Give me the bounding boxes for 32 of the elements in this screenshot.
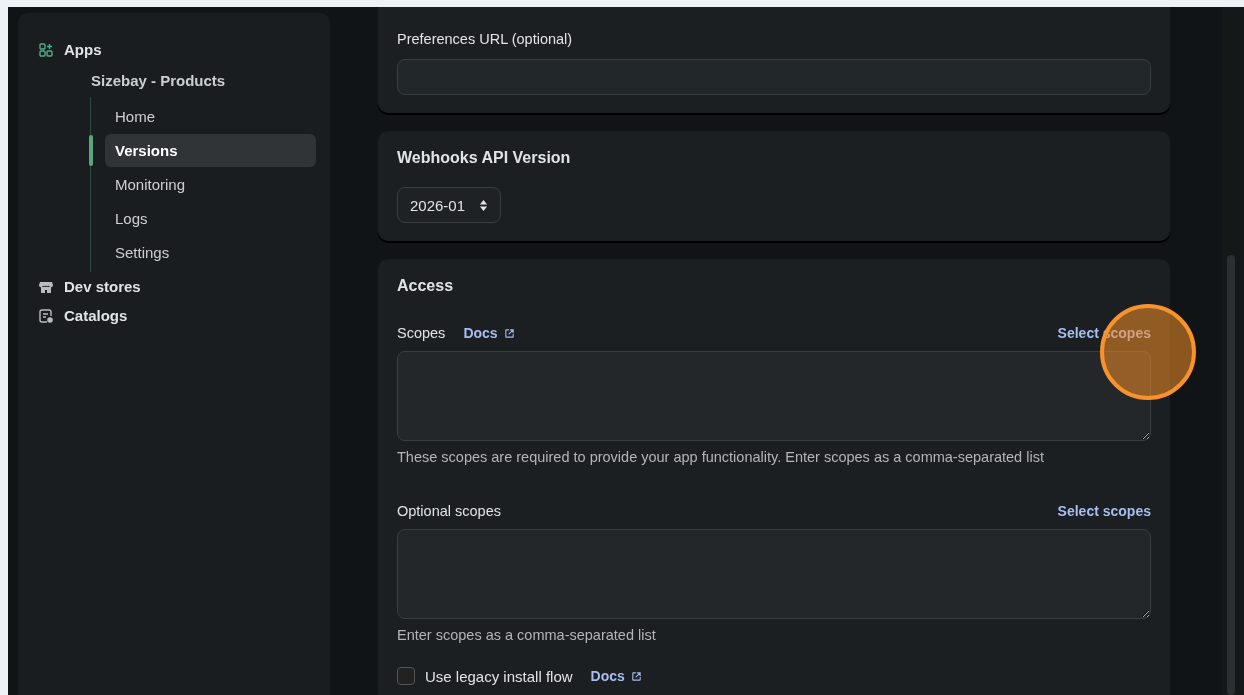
docs-link[interactable]: Docs (463, 325, 515, 341)
version-select[interactable]: 2026-01 (397, 187, 502, 223)
nav-subitem[interactable]: Home (105, 100, 316, 133)
nav-item[interactable]: Apps (64, 41, 102, 58)
nav-subitem[interactable]: Logs (105, 202, 316, 235)
section-title: Webhooks API Version (397, 149, 572, 167)
sort-icon (479, 198, 489, 212)
help-text: These scopes are required to provide your app functionality. Enter scopes as a comma-separated list (397, 449, 1045, 465)
checkbox-label: Use legacy install flow (425, 667, 573, 685)
nav-item[interactable]: Catalogs (64, 307, 128, 324)
nav-item[interactable]: Dev stores (64, 278, 141, 295)
optional-scopes-field[interactable] (397, 529, 1151, 619)
input-field[interactable] (397, 59, 1151, 95)
apps-icon (38, 41, 54, 58)
catalog-icon (38, 307, 54, 324)
app-name[interactable]: Sizebay - Products (34, 64, 316, 97)
help-text: Enter scopes as a comma-separated list (397, 627, 657, 643)
field-label: Preferences URL (optional) (397, 31, 574, 47)
field-label: Optional scopes (397, 503, 501, 519)
nav-subitem[interactable]: Monitoring (105, 168, 316, 201)
select-scopes-link[interactable]: Select scopes (1057, 503, 1151, 519)
field-label: Scopes (397, 325, 446, 341)
nav-subitem[interactable]: Settings (105, 236, 316, 269)
external-link-icon (630, 670, 642, 682)
nav-subitem[interactable]: Versions (105, 134, 316, 167)
section-title: Access (397, 277, 455, 295)
checkbox[interactable] (397, 667, 415, 685)
active-indicator (89, 135, 93, 166)
external-link-icon (503, 327, 515, 339)
scrollbar[interactable] (1222, 7, 1244, 695)
scopes-field[interactable] (397, 351, 1151, 441)
docs-link[interactable]: Docs (590, 668, 642, 684)
